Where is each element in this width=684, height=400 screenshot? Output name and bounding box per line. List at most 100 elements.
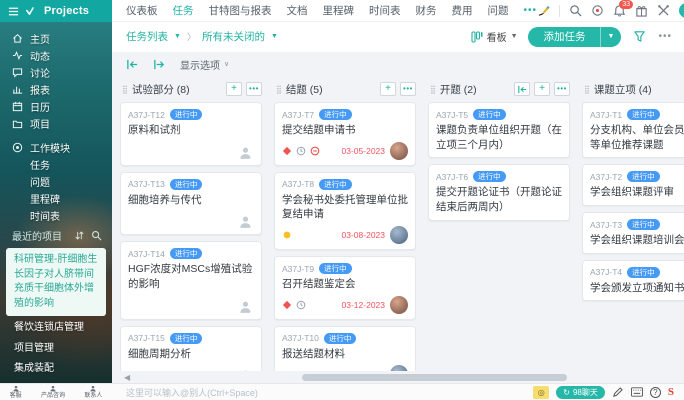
bottom-shortcut-2[interactable]: 联系人	[84, 385, 102, 399]
ime-chat-button[interactable]: ↻ 98聊天	[556, 386, 605, 399]
assignee-avatar[interactable]	[236, 365, 254, 371]
sidebar-work-item-1[interactable]: 问题	[0, 173, 112, 190]
target-icon[interactable]	[591, 4, 604, 17]
task-card[interactable]: A37J-T2进行中学会组织课题评审	[582, 164, 684, 206]
sidebar-work-item-2[interactable]: 里程碑	[0, 190, 112, 207]
chevron-down-icon: ▼	[511, 33, 518, 40]
drag-handle-icon[interactable]: ⣿	[122, 85, 128, 94]
task-title: 学会组织课题培训会	[590, 233, 684, 248]
collapse-column-button[interactable]	[514, 82, 530, 96]
assignee-avatar[interactable]	[390, 142, 408, 160]
sidebar-project-item-2[interactable]: 项目管理	[0, 339, 112, 360]
task-card[interactable]: A37J-T4进行中学会颁发立项通知书	[582, 260, 684, 302]
sidebar-item-discussion[interactable]: 讨论	[0, 64, 112, 81]
task-card[interactable]: A37J-T13进行中细胞培养与传代	[120, 172, 262, 236]
drag-handle-icon[interactable]: ⣿	[276, 85, 282, 94]
bottom-shortcut-0[interactable]: 客服	[10, 385, 22, 399]
assignee-avatar[interactable]	[390, 226, 408, 244]
sort-icon[interactable]	[74, 230, 85, 241]
gift-icon[interactable]	[635, 4, 648, 17]
tab-8[interactable]: 问题	[488, 3, 509, 18]
display-options-button[interactable]: 显示选项 ∨	[180, 57, 229, 72]
bottom-shortcut-1[interactable]: 产品咨询	[41, 385, 65, 399]
bell-icon[interactable]: 33	[613, 4, 626, 17]
sidebar-item-home[interactable]: 主页	[0, 30, 112, 47]
collapse-all-right-icon[interactable]	[153, 58, 166, 71]
pen-signature-icon[interactable]	[537, 4, 550, 17]
sidebar-item-activity[interactable]: 动态	[0, 47, 112, 64]
add-card-button[interactable]: +	[380, 82, 396, 96]
assignee-avatar[interactable]	[390, 296, 408, 314]
tab-0[interactable]: 仪表板	[126, 3, 158, 18]
filter-icon[interactable]	[633, 30, 646, 43]
collapse-all-left-icon[interactable]	[126, 58, 139, 71]
task-card[interactable]: A37J-T10进行中报送结题材料03-16-2023	[274, 326, 416, 371]
assignee-avatar[interactable]	[236, 296, 254, 314]
sidebar-section-work-modules[interactable]: 工作模块	[0, 139, 112, 156]
sidebar-item-projects[interactable]: 项目	[0, 115, 112, 132]
tab-5[interactable]: 时间表	[369, 3, 401, 18]
tab-4[interactable]: 里程碑	[323, 3, 355, 18]
search-icon[interactable]	[569, 4, 582, 17]
add-new-button[interactable]: +	[679, 3, 684, 18]
tools-icon[interactable]	[657, 4, 670, 17]
sidebar-project-item-3[interactable]: 集成装配	[0, 359, 112, 380]
view-switcher[interactable]: 看板 ▼	[471, 29, 518, 44]
add-task-dropdown[interactable]: ▼	[600, 27, 622, 47]
tab-1[interactable]: 任务	[173, 3, 194, 18]
hamburger-menu-icon[interactable]	[8, 6, 19, 17]
column-more-button[interactable]: •••	[400, 82, 416, 96]
task-card[interactable]: A37J-T7进行中提交结题申请书03-05-2023	[274, 102, 416, 166]
more-options-icon[interactable]: •••	[658, 31, 672, 42]
sidebar-item-label: 主页	[30, 31, 50, 46]
tab-2[interactable]: 甘特图与报表	[209, 3, 272, 18]
column-more-button[interactable]: •••	[554, 82, 570, 96]
sidebar-item-reports[interactable]: 报表	[0, 81, 112, 98]
task-card[interactable]: A37J-T1进行中分支机构、单位会员、地区等单位推荐课题	[582, 102, 684, 158]
add-card-button[interactable]: +	[226, 82, 242, 96]
chevron-down-icon: ∨	[224, 60, 229, 68]
sidebar-work-item-3[interactable]: 时间表	[0, 207, 112, 224]
ime-keyboard-icon[interactable]	[631, 386, 643, 398]
task-card[interactable]: A37J-T5进行中课题负责单位组织开题（在立项三个月内）	[428, 102, 570, 158]
ime-help-icon[interactable]: ?	[650, 387, 661, 398]
task-card[interactable]: A37J-T6进行中提交开题论证书（开题论证结束后两周内）	[428, 164, 570, 220]
tab-6[interactable]: 财务	[416, 3, 437, 18]
assignee-avatar[interactable]	[390, 365, 408, 371]
drag-handle-icon[interactable]: ⣿	[584, 85, 590, 94]
breadcrumb-task-list[interactable]: 任务列表	[126, 29, 168, 44]
app-logo[interactable]: Projects	[26, 5, 89, 17]
task-card[interactable]: A37J-T8进行中学会秘书处委托管理单位批复结申请03-08-2023	[274, 172, 416, 250]
priority-high-icon	[282, 146, 292, 156]
status-badge: 进行中	[627, 109, 660, 120]
mention-input[interactable]: 这里可以输入@别人(Ctrl+Space)	[112, 386, 533, 399]
tab-3[interactable]: 文档	[287, 3, 308, 18]
sidebar-project-item-0[interactable]: 科研管理-肝细胞生长因子对人脐带间充质干细胞体外增殖的影响	[6, 248, 106, 316]
add-task-button[interactable]: 添加任务 ▼	[528, 27, 622, 47]
search-projects-icon[interactable]	[91, 230, 102, 241]
sidebar-project-item-1[interactable]: 餐饮连锁店管理	[0, 318, 112, 339]
assignee-avatar[interactable]	[236, 142, 254, 160]
scrollbar-thumb[interactable]	[302, 374, 567, 381]
sidebar-work-item-0[interactable]: 任务	[0, 156, 112, 173]
sogou-ime-icon[interactable]: S	[668, 386, 674, 398]
task-card[interactable]: A37J-T3进行中学会组织课题培训会	[582, 212, 684, 254]
ime-pen-icon[interactable]	[612, 386, 624, 398]
task-card[interactable]: A37J-T9进行中召开结题鉴定会03-12-2023	[274, 256, 416, 320]
add-card-button[interactable]: +	[534, 82, 550, 96]
scroll-left-arrow-icon[interactable]: ◀	[124, 373, 130, 382]
sidebar-item-calendar[interactable]: 日历	[0, 98, 112, 115]
task-card[interactable]: A37J-T12进行中原料和试剂	[120, 102, 262, 166]
assignee-avatar[interactable]	[236, 211, 254, 229]
drag-handle-icon[interactable]: ⣿	[430, 85, 436, 94]
tab-7[interactable]: 费用	[452, 3, 473, 18]
status-badge: 进行中	[319, 109, 352, 120]
topnav-more-icon[interactable]: •••	[524, 5, 538, 16]
ime-toolbar: ◎ ↻ 98聊天 ? S	[533, 386, 684, 399]
task-card[interactable]: A37J-T15进行中细胞周期分析	[120, 326, 262, 371]
task-card[interactable]: A37J-T14进行中HGF浓度对MSCs增殖试验的影响	[120, 241, 262, 319]
ime-emoji-icon[interactable]: ◎	[533, 386, 549, 399]
column-more-button[interactable]: •••	[246, 82, 262, 96]
breadcrumb-filter[interactable]: 所有未关闭的	[202, 29, 265, 44]
horizontal-scrollbar[interactable]: ◀	[192, 374, 674, 381]
